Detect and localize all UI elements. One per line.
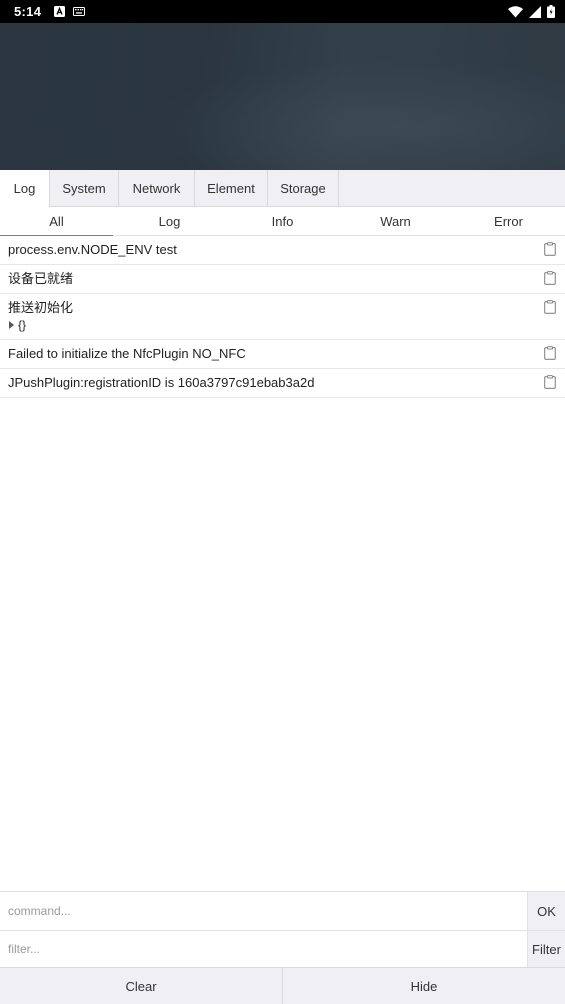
status-time: 5:14 (14, 4, 42, 19)
command-bar: OK (0, 891, 565, 930)
log-list: process.env.NODE_ENV test 设备已就绪 推送初始化 {} (0, 236, 565, 398)
clipboard-icon[interactable] (544, 300, 556, 314)
bottom-toolbar: Clear Hide (0, 967, 565, 1004)
subtab-error[interactable]: Error (452, 207, 565, 235)
log-object-value: {} (18, 318, 27, 332)
a-notification-icon (54, 6, 65, 17)
log-row: process.env.NODE_ENV test (0, 236, 565, 265)
log-text: 设备已就绪 (8, 271, 74, 286)
log-row: 设备已就绪 (0, 265, 565, 294)
signal-icon (529, 5, 541, 18)
subtab-all[interactable]: All (0, 207, 113, 236)
log-object-toggle[interactable]: {} (8, 317, 525, 333)
wifi-icon (508, 5, 523, 18)
subtab-log[interactable]: Log (113, 207, 226, 235)
log-row: Failed to initialize the NfcPlugin NO_NF… (0, 340, 565, 369)
clipboard-icon[interactable] (544, 242, 556, 256)
tab-log[interactable]: Log (0, 170, 50, 207)
log-filter-tabs: All Log Info Warn Error (0, 207, 565, 236)
tab-storage[interactable]: Storage (268, 170, 339, 207)
tab-system[interactable]: System (50, 170, 119, 207)
battery-icon (547, 5, 555, 18)
log-row: 推送初始化 {} (0, 294, 565, 340)
keyboard-icon (73, 6, 85, 17)
app-backdrop[interactable] (0, 23, 565, 170)
filter-button[interactable]: Filter (527, 931, 565, 967)
command-input[interactable] (0, 892, 527, 930)
status-bar: 5:14 (0, 0, 565, 23)
subtab-info[interactable]: Info (226, 207, 339, 235)
clipboard-icon[interactable] (544, 346, 556, 360)
ok-button[interactable]: OK (527, 892, 565, 930)
filter-input[interactable] (0, 931, 527, 967)
log-text: Failed to initialize the NfcPlugin NO_NF… (8, 346, 246, 361)
clipboard-icon[interactable] (544, 375, 556, 389)
log-text: 推送初始化 (8, 300, 74, 315)
tab-network[interactable]: Network (119, 170, 195, 207)
main-tabbar: Log System Network Element Storage (0, 170, 565, 207)
log-text: process.env.NODE_ENV test (8, 242, 177, 257)
expand-arrow-icon (9, 321, 14, 329)
log-row: JPushPlugin:registrationID is 160a3797c9… (0, 369, 565, 398)
log-text: JPushPlugin:registrationID is 160a3797c9… (8, 375, 315, 390)
tab-element[interactable]: Element (195, 170, 268, 207)
debug-console-panel: Log System Network Element Storage All L… (0, 170, 565, 1004)
clear-button[interactable]: Clear (0, 968, 282, 1004)
hide-button[interactable]: Hide (282, 968, 565, 1004)
clipboard-icon[interactable] (544, 271, 556, 285)
filter-bar: Filter (0, 930, 565, 967)
subtab-warn[interactable]: Warn (339, 207, 452, 235)
